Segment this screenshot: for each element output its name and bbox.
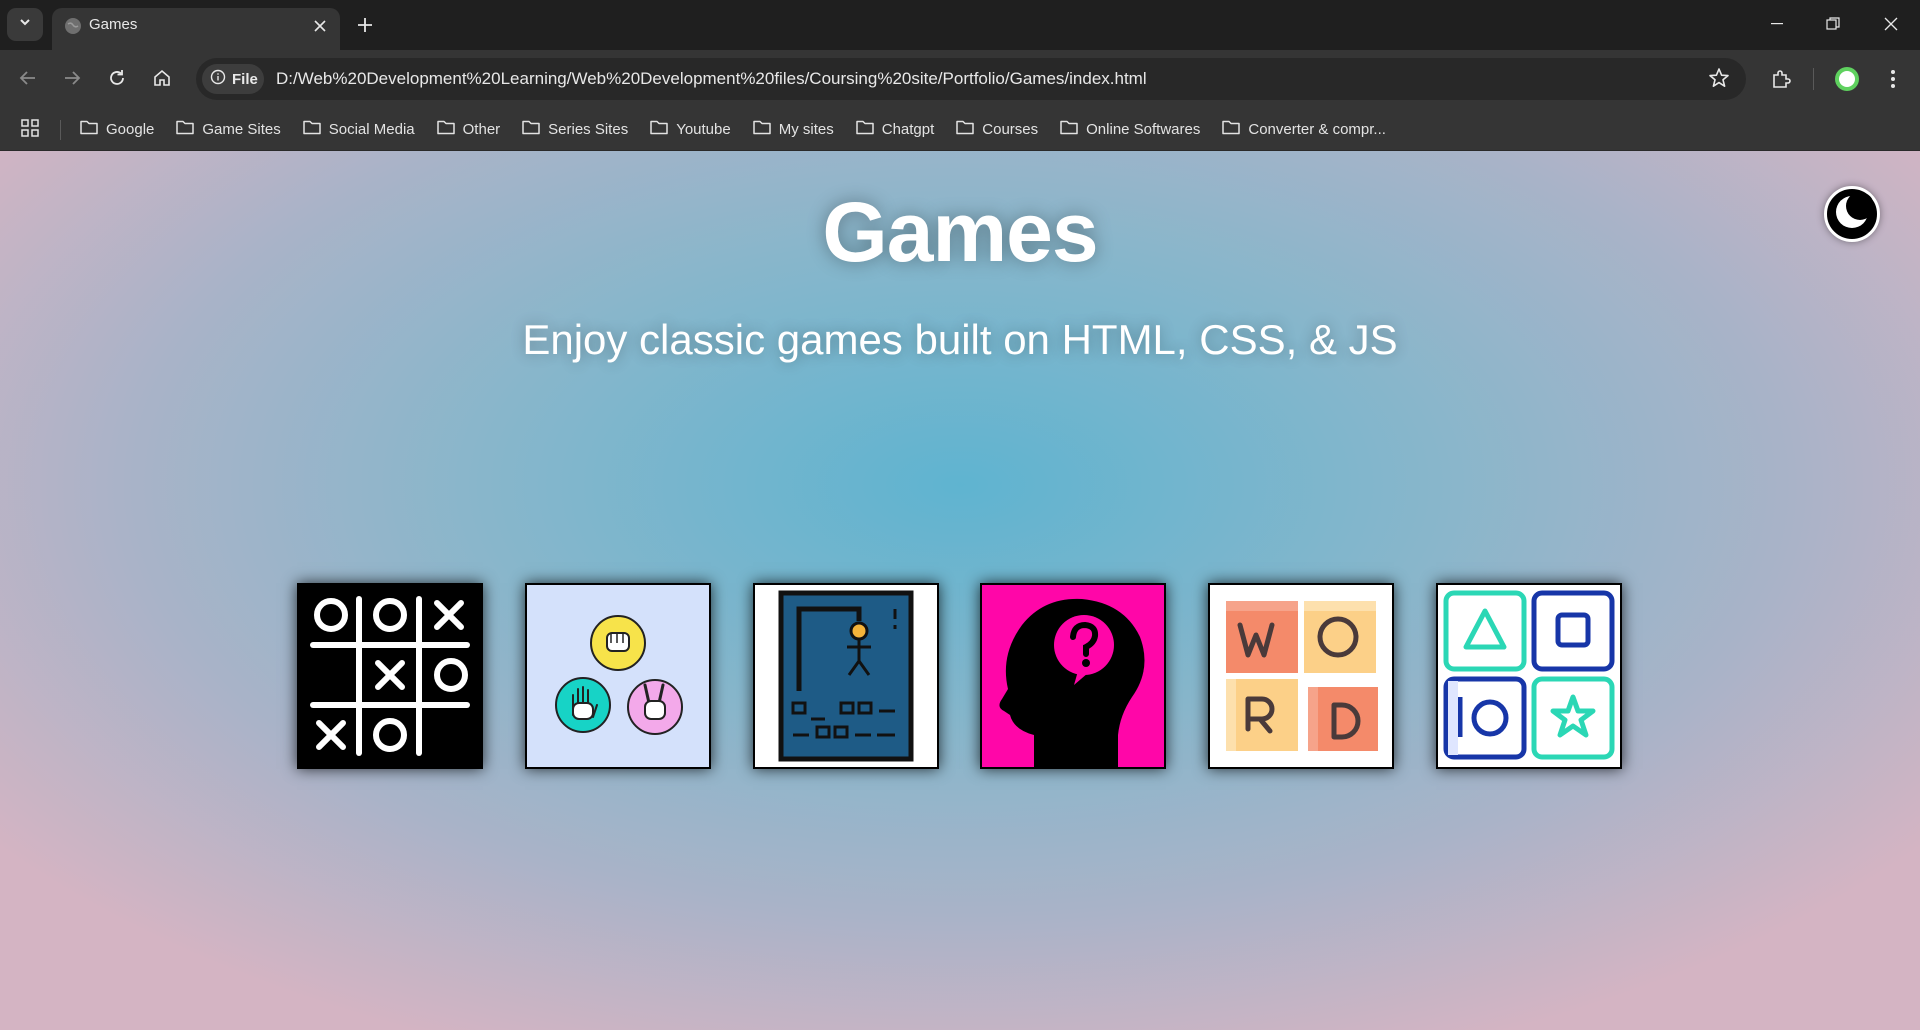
browser-toolbar: File D:/Web%20Development%20Learning/Web… (0, 50, 1920, 108)
close-window-button[interactable] (1871, 8, 1911, 40)
bookmarks-bar: Google Game Sites Social Media Other Series … (0, 108, 1920, 151)
bookmark-folder[interactable]: Other (436, 119, 501, 139)
folder-icon (1060, 119, 1078, 139)
tic-tac-toe-icon (310, 596, 470, 756)
bookmark-label: Social Media (328, 120, 415, 138)
game-card-quiz[interactable] (980, 583, 1166, 769)
bookmark-label: Chatgpt (881, 120, 935, 138)
bookmark-folder[interactable]: Social Media (303, 119, 415, 139)
bookmark-folder[interactable]: Online Softwares (1060, 119, 1200, 139)
game-card-word[interactable] (1208, 583, 1394, 769)
active-tab[interactable]: Games (52, 8, 340, 50)
folder-icon (752, 119, 771, 139)
folder-icon (436, 119, 455, 139)
chevron-down-icon (18, 15, 32, 34)
moon-icon (1832, 191, 1874, 237)
bookmark-label: My sites (778, 120, 834, 138)
bookmark-label: Youtube (676, 120, 731, 138)
browser-menu-button[interactable] (1877, 63, 1909, 95)
minimize-button[interactable] (1757, 8, 1797, 40)
apps-grid-icon[interactable] (20, 118, 40, 143)
bookmark-label: Series Sites (548, 120, 629, 138)
page-subtitle: Enjoy classic games built on HTML, CSS, … (522, 316, 1398, 363)
game-card-hangman[interactable] (753, 583, 939, 769)
address-bar[interactable]: File D:/Web%20Development%20Learning/Web… (196, 58, 1746, 100)
folder-icon (80, 119, 98, 139)
globe-icon (64, 17, 82, 40)
folder-icon (956, 119, 975, 139)
extensions-button[interactable] (1765, 63, 1797, 95)
home-button[interactable] (146, 62, 178, 94)
folder-icon (650, 119, 668, 139)
bookmark-folder[interactable]: Chatgpt (855, 119, 935, 139)
back-button[interactable] (12, 62, 44, 94)
theme-toggle-button[interactable] (1824, 186, 1880, 242)
restore-button[interactable] (1813, 8, 1853, 40)
tab-search-button[interactable] (7, 8, 43, 41)
bookmarks-separator (60, 120, 61, 140)
bookmark-label: Online Softwares (1086, 120, 1201, 138)
game-card-memory[interactable] (1436, 583, 1622, 769)
game-card-tic-tac-toe[interactable] (297, 583, 483, 769)
bookmark-folder[interactable]: Google (80, 119, 154, 139)
folder-icon (303, 119, 321, 139)
toolbar-separator (1813, 68, 1814, 90)
folder-icon (176, 119, 195, 139)
tab-strip: Games (0, 0, 1920, 50)
folder-icon (522, 119, 540, 139)
site-chip-label: File (232, 70, 258, 88)
bookmark-folder[interactable]: Youtube (650, 119, 731, 139)
page-title: Games (822, 185, 1098, 279)
bookmark-folder[interactable]: Converter & compr... (1222, 119, 1386, 139)
bookmark-folder[interactable]: My sites (752, 119, 834, 139)
folder-icon (855, 119, 874, 139)
tab-title: Games (89, 16, 138, 33)
memory-shapes-icon (1443, 590, 1615, 760)
page-content: Games Enjoy classic games built on HTML,… (0, 151, 1920, 1030)
bookmark-star-icon[interactable] (1708, 67, 1730, 94)
bookmark-list: Google Game Sites Social Media Other Series … (80, 108, 1408, 150)
site-info-chip[interactable]: File (202, 64, 264, 94)
new-tab-button[interactable] (352, 12, 378, 38)
bookmark-label: Google (106, 120, 155, 138)
profile-avatar[interactable] (1831, 63, 1863, 95)
url-text[interactable]: D:/Web%20Development%20Learning/Web%20De… (276, 69, 1147, 89)
folder-icon (1222, 119, 1241, 139)
close-tab-icon[interactable] (310, 16, 330, 36)
bookmark-label: Courses (982, 120, 1039, 138)
game-card-rock-paper-scissors[interactable] (525, 583, 711, 769)
reload-button[interactable] (101, 62, 133, 94)
quiz-icon (999, 598, 1145, 767)
forward-button[interactable] (56, 62, 88, 94)
rock-paper-scissors-icon (555, 615, 683, 735)
bookmark-label: Converter & compr... (1248, 120, 1386, 138)
word-game-icon (1226, 601, 1378, 751)
bookmark-label: Other (462, 120, 501, 138)
bookmark-folder[interactable]: Series Sites (522, 119, 628, 139)
bookmark-folder[interactable]: Courses (956, 119, 1038, 139)
bookmark-folder[interactable]: Game Sites (176, 119, 281, 139)
hangman-icon (778, 590, 914, 762)
bookmark-label: Game Sites (202, 120, 281, 138)
info-icon (210, 69, 226, 90)
